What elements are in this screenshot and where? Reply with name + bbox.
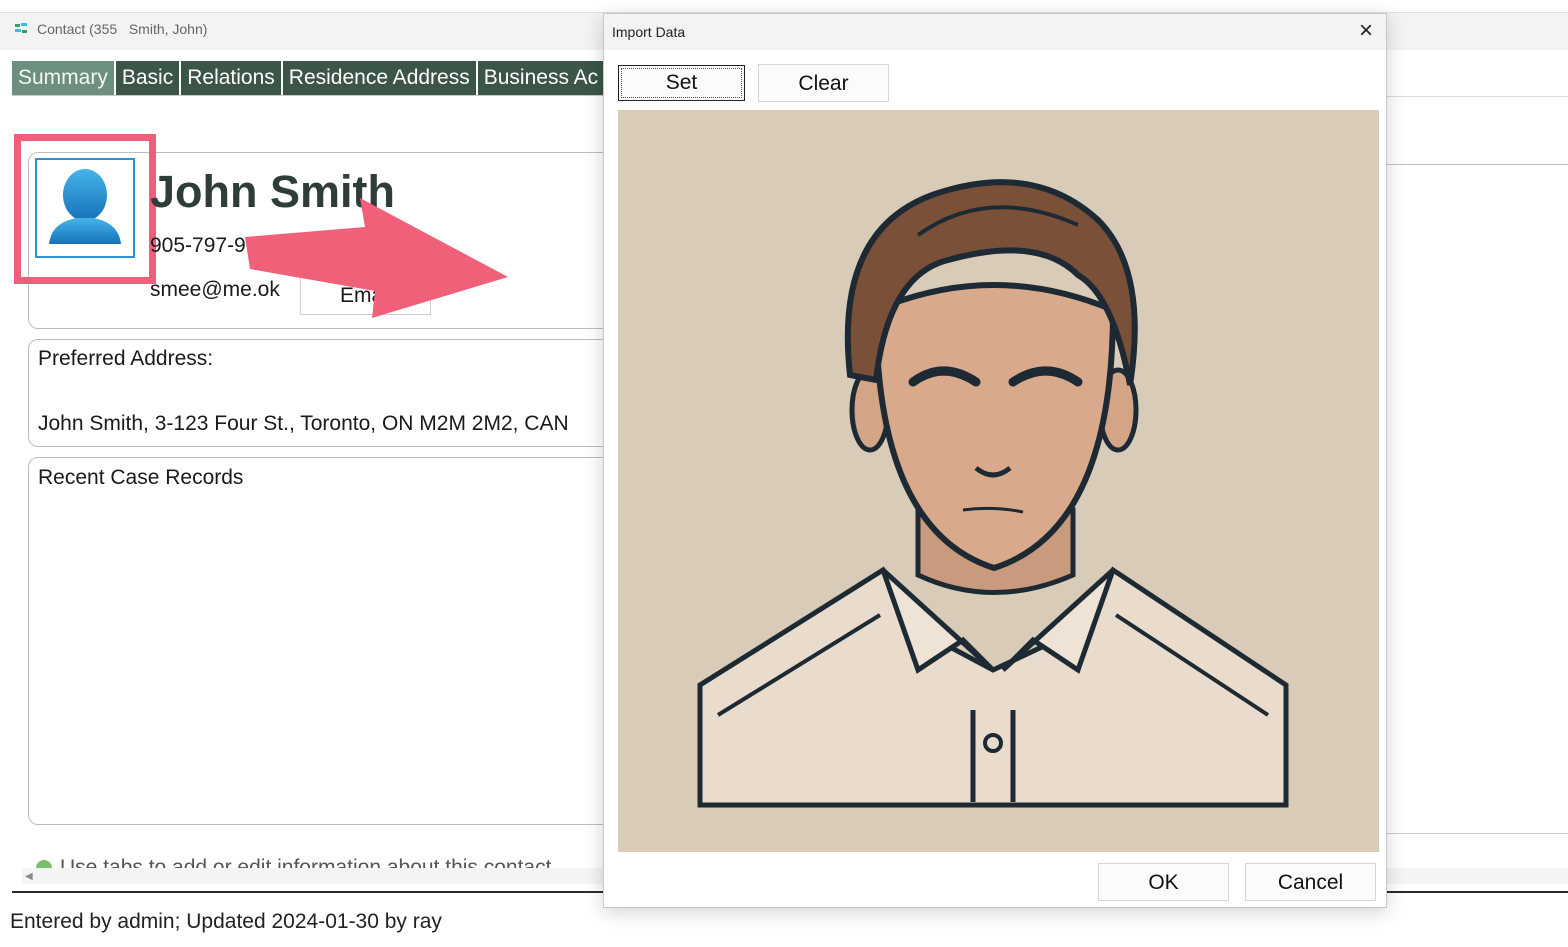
recent-cases-card xyxy=(28,457,628,825)
divider xyxy=(1380,833,1568,834)
recent-cases-label: Recent Case Records xyxy=(38,466,244,489)
address-label: Preferred Address: xyxy=(38,347,214,370)
tab-bar: Summary Basic Relations Residence Addres… xyxy=(12,61,605,95)
arrow-annotation-icon xyxy=(245,198,508,318)
chevron-left-icon[interactable]: ◀ xyxy=(25,871,33,882)
divider xyxy=(1380,96,1568,97)
tab-divider xyxy=(12,95,607,96)
imported-photo xyxy=(618,110,1379,852)
dialog-titlebar xyxy=(604,14,1386,50)
clear-button[interactable]: Clear xyxy=(758,64,889,102)
ok-button[interactable]: OK xyxy=(1098,863,1229,901)
tab-basic[interactable]: Basic xyxy=(115,61,180,95)
close-icon[interactable]: × xyxy=(1353,17,1379,45)
app-logo-icon xyxy=(15,23,27,33)
divider xyxy=(1380,164,1568,165)
tab-summary[interactable]: Summary xyxy=(12,61,114,95)
status-bar: Entered by admin; Updated 2024-01-30 by … xyxy=(10,910,442,933)
highlight-annotation xyxy=(14,134,156,284)
tab-residence-address[interactable]: Residence Address xyxy=(282,61,476,95)
portrait-illustration xyxy=(618,110,1379,852)
cancel-button[interactable]: Cancel xyxy=(1245,863,1376,901)
tab-business-address[interactable]: Business Ac xyxy=(477,61,605,95)
hint-text: Use tabs to add or edit information abou… xyxy=(60,856,552,868)
set-button[interactable]: Set xyxy=(618,65,745,101)
address-value: John Smith, 3-123 Four St., Toronto, ON … xyxy=(38,412,569,435)
window-title: Contact (355 Smith, John) xyxy=(37,21,208,37)
dialog-title: Import Data xyxy=(612,24,686,40)
tab-relations[interactable]: Relations xyxy=(181,61,281,95)
contact-phone: 905-797-9 xyxy=(150,234,246,257)
